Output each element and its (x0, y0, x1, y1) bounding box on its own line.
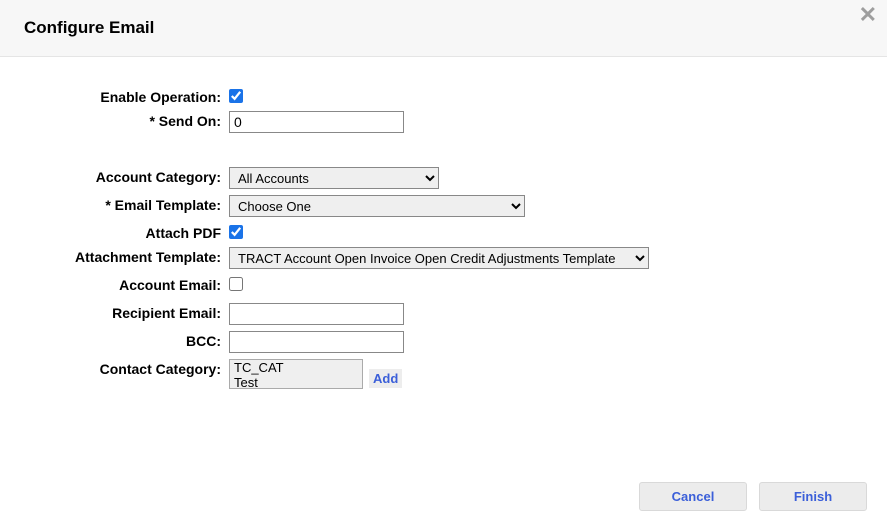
account-email-checkbox[interactable] (229, 277, 243, 291)
list-item[interactable]: TC_CAT (230, 360, 362, 375)
dialog-header: Configure Email ✕ (0, 0, 887, 57)
bcc-input[interactable] (229, 331, 404, 353)
label-enable-operation: Enable Operation: (24, 87, 229, 105)
account-category-select[interactable]: All Accounts (229, 167, 439, 189)
add-button[interactable]: Add (369, 369, 402, 388)
row-send-on: * Send On: (24, 111, 863, 133)
form-area: Enable Operation: * Send On: Account Cat… (0, 57, 887, 389)
label-account-email: Account Email: (24, 275, 229, 293)
row-attachment-template: Attachment Template: TRACT Account Open … (24, 247, 863, 269)
row-account-email: Account Email: (24, 275, 863, 293)
recipient-email-input[interactable] (229, 303, 404, 325)
close-icon[interactable]: ✕ (859, 4, 877, 26)
send-on-input[interactable] (229, 111, 404, 133)
row-attach-pdf: Attach PDF (24, 223, 863, 241)
row-bcc: BCC: (24, 331, 863, 353)
row-account-category: Account Category: All Accounts (24, 167, 863, 189)
label-recipient-email: Recipient Email: (24, 303, 229, 321)
list-item[interactable]: Test (230, 375, 362, 389)
label-bcc: BCC: (24, 331, 229, 349)
contact-category-listbox[interactable]: TC_CAT Test (229, 359, 363, 389)
row-email-template: * Email Template: Choose One (24, 195, 863, 217)
label-send-on: * Send On: (24, 111, 229, 129)
row-recipient-email: Recipient Email: (24, 303, 863, 325)
row-enable-operation: Enable Operation: (24, 87, 863, 105)
label-email-template: * Email Template: (24, 195, 229, 213)
finish-button[interactable]: Finish (759, 482, 867, 511)
enable-operation-checkbox[interactable] (229, 89, 243, 103)
label-contact-category: Contact Category: (24, 359, 229, 377)
attach-pdf-checkbox[interactable] (229, 225, 243, 239)
attachment-template-select[interactable]: TRACT Account Open Invoice Open Credit A… (229, 247, 649, 269)
page-title: Configure Email (24, 18, 863, 38)
row-contact-category: Contact Category: TC_CAT Test Add (24, 359, 863, 389)
email-template-select[interactable]: Choose One (229, 195, 525, 217)
label-attach-pdf: Attach PDF (24, 223, 229, 241)
footer: Cancel Finish (639, 482, 867, 511)
label-attachment-template: Attachment Template: (24, 247, 229, 265)
label-account-category: Account Category: (24, 167, 229, 185)
cancel-button[interactable]: Cancel (639, 482, 747, 511)
